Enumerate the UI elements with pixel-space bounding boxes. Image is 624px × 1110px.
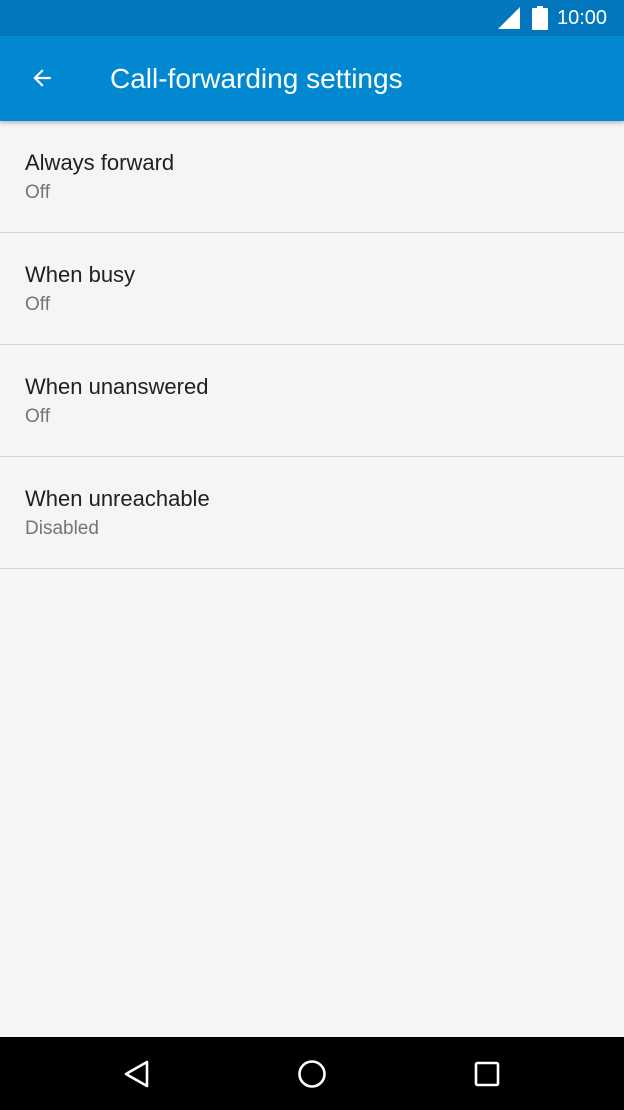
nav-recents-button[interactable] <box>464 1051 510 1097</box>
nav-recents-icon <box>474 1061 500 1087</box>
nav-home-button[interactable] <box>289 1051 335 1097</box>
setting-label: When unreachable <box>25 486 210 511</box>
nav-home-icon <box>298 1060 326 1088</box>
signal-icon <box>498 7 520 29</box>
nav-back-button[interactable] <box>114 1051 160 1097</box>
setting-when-unreachable[interactable]: When unreachable Disabled <box>0 457 624 569</box>
setting-label: When busy <box>25 262 136 287</box>
status-bar: 10:00 <box>0 0 624 36</box>
app-bar: Call-forwarding settings <box>0 36 624 121</box>
setting-when-unanswered[interactable]: When unanswered Off <box>0 345 624 457</box>
arrow-back-icon <box>33 69 51 87</box>
battery-icon <box>532 6 548 30</box>
navigation-bar <box>0 1037 624 1110</box>
setting-value: Off <box>25 406 50 427</box>
settings-list: Always forward Off When busy Off When un… <box>0 121 624 569</box>
nav-back-icon <box>124 1060 149 1088</box>
back-button[interactable] <box>22 58 62 98</box>
setting-label: When unanswered <box>25 374 209 399</box>
setting-label: Always forward <box>25 150 175 175</box>
setting-when-busy[interactable]: When busy Off <box>0 233 624 345</box>
setting-value: Disabled <box>25 518 99 539</box>
setting-always-forward[interactable]: Always forward Off <box>0 121 624 233</box>
page-title: Call-forwarding settings <box>110 63 403 94</box>
setting-value: Off <box>25 182 50 203</box>
setting-value: Off <box>25 294 50 315</box>
status-time: 10:00 <box>557 7 608 29</box>
